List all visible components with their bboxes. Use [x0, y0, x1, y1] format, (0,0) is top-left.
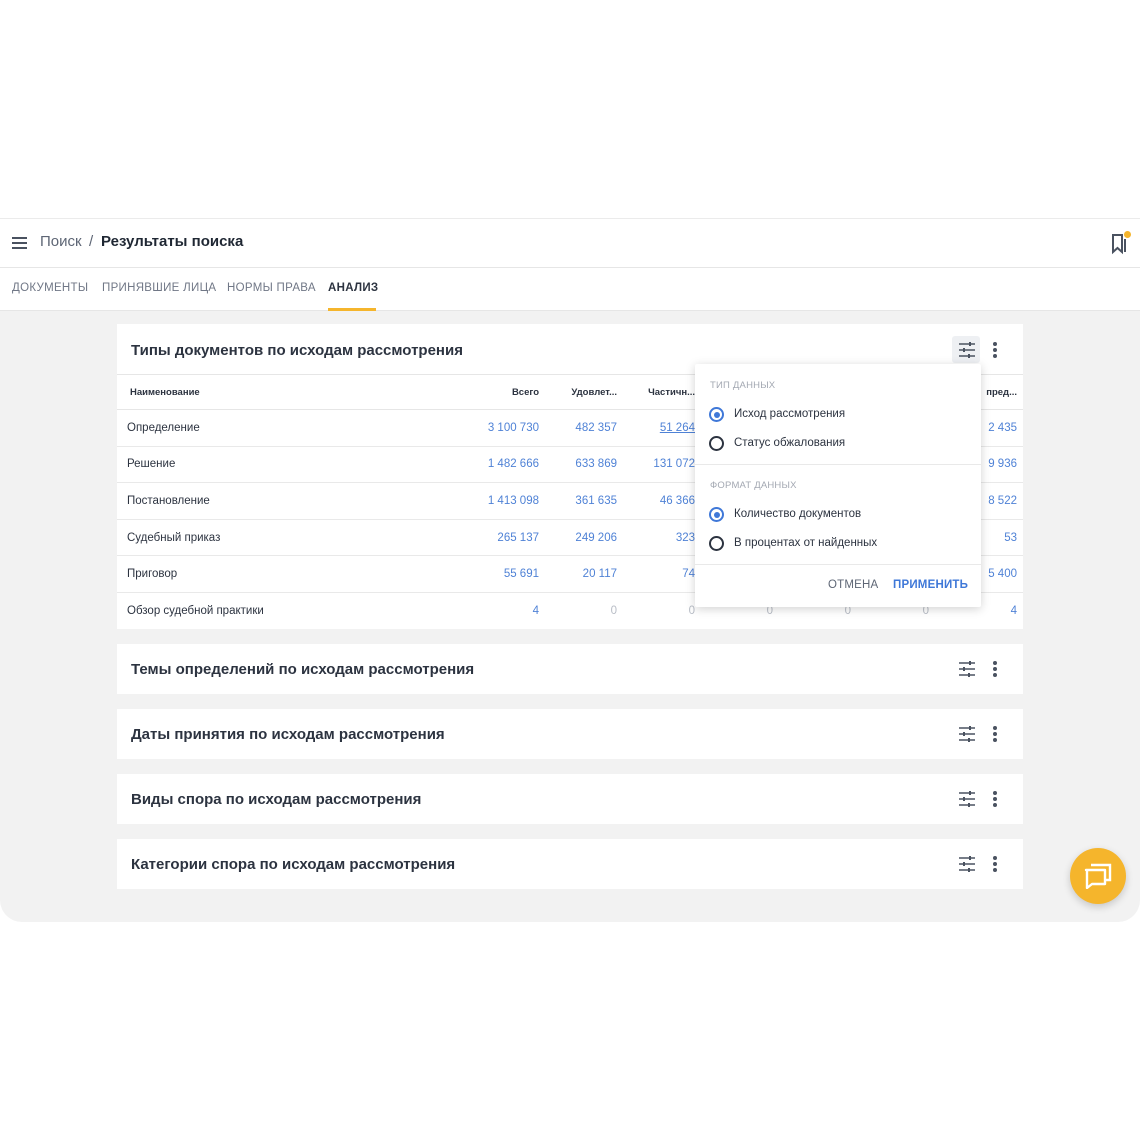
active-tab-indicator — [328, 308, 376, 311]
chart-settings-popup: ТИП ДАННЫХ Исход рассмотрения Статус обж… — [695, 364, 981, 607]
column-header[interactable]: Всего — [429, 374, 545, 410]
radio-outcome[interactable]: Исход рассмотрения — [709, 407, 909, 423]
tab-bar: ДОКУМЕНТЫ ПРИНЯВШИЕ ЛИЦА НОРМЫ ПРАВА АНА… — [0, 268, 1140, 311]
radio-selected-icon[interactable] — [709, 507, 724, 522]
table-cell: 0 — [610, 605, 617, 618]
more-vertical-icon[interactable] — [993, 661, 997, 677]
column-header[interactable]: Наименование — [117, 374, 429, 410]
section-title-data-type: ТИП ДАННЫХ — [710, 380, 776, 391]
column-header[interactable]: Частичн... — [623, 374, 701, 410]
row-name: Приговор — [117, 555, 429, 593]
card-title: Виды спора по исходам рассмотрения — [131, 791, 422, 808]
column-header[interactable]: Удовлет... — [545, 374, 623, 410]
chat-icon — [1084, 863, 1112, 889]
radio-unselected-icon[interactable] — [709, 436, 724, 451]
collapsed-card[interactable]: Темы определений по исходам рассмотрения — [117, 644, 1023, 694]
row-name: Постановление — [117, 482, 429, 520]
radio-percent[interactable]: В процентах от найденных — [709, 536, 929, 552]
tune-icon[interactable] — [958, 856, 976, 872]
table-cell[interactable]: 361 635 — [545, 482, 623, 520]
radio-label: Статус обжалования — [734, 437, 846, 449]
table-cell[interactable]: 323 — [623, 519, 701, 557]
tune-icon[interactable] — [958, 342, 976, 358]
divider — [695, 564, 981, 565]
top-bar: Поиск / Результаты поиска — [0, 219, 1140, 268]
collapsed-card[interactable]: Даты принятия по исходам рассмотрения — [117, 709, 1023, 759]
row-name: Обзор судебной практики — [127, 605, 264, 618]
radio-count[interactable]: Количество документов — [709, 507, 929, 523]
more-vertical-icon[interactable] — [993, 791, 997, 807]
section-title-data-format: ФОРМАТ ДАННЫХ — [710, 480, 797, 491]
table-cell[interactable]: 131 072 — [623, 446, 701, 484]
table-cell[interactable]: 265 137 — [429, 519, 545, 557]
table-cell[interactable]: 51 264 — [623, 409, 701, 447]
table-cell: 0 — [688, 605, 695, 618]
divider — [695, 464, 981, 465]
radio-label: Количество документов — [734, 508, 862, 520]
table-cell[interactable]: 4 — [429, 592, 545, 629]
row-name: Решение — [117, 446, 429, 484]
table-cell[interactable]: 74 — [623, 555, 701, 593]
table-cell[interactable]: 633 869 — [545, 446, 623, 484]
radio-unselected-icon[interactable] — [709, 536, 724, 551]
tab-judges[interactable]: ПРИНЯВШИЕ ЛИЦА — [102, 282, 216, 294]
tab-analysis[interactable]: АНАЛИЗ — [328, 282, 378, 294]
table-cell[interactable]: 55 691 — [429, 555, 545, 593]
table-cell[interactable]: 1 482 666 — [429, 446, 545, 484]
card-title: Темы определений по исходам рассмотрения — [131, 661, 475, 678]
tab-documents[interactable]: ДОКУМЕНТЫ — [12, 282, 88, 294]
table-cell[interactable]: 20 117 — [545, 555, 623, 593]
table-cell[interactable]: 46 366 — [623, 482, 701, 520]
apply-button[interactable]: ПРИМЕНИТЬ — [893, 579, 968, 591]
collapsed-card[interactable]: Виды спора по исходам рассмотрения — [117, 774, 1023, 824]
tune-icon[interactable] — [958, 661, 976, 677]
row-name: Судебный приказ — [117, 519, 429, 557]
card-title: Даты принятия по исходам рассмотрения — [131, 726, 445, 743]
row-name: Определение — [117, 409, 429, 447]
page-title: Результаты поиска — [101, 233, 244, 250]
tune-icon[interactable] — [958, 726, 976, 742]
chat-button[interactable] — [1070, 848, 1126, 904]
more-vertical-icon[interactable] — [993, 726, 997, 742]
card-title: Категории спора по исходам рассмотрения — [131, 856, 456, 873]
breadcrumb-search[interactable]: Поиск — [40, 233, 82, 250]
radio-appeal-status[interactable]: Статус обжалования — [709, 436, 909, 452]
table-cell[interactable]: 1 413 098 — [429, 482, 545, 520]
radio-label: В процентах от найденных — [734, 537, 878, 549]
tab-law-norms[interactable]: НОРМЫ ПРАВА — [227, 282, 316, 294]
radio-selected-icon[interactable] — [709, 407, 724, 422]
table-cell[interactable]: 482 357 — [545, 409, 623, 447]
collapsed-card[interactable]: Категории спора по исходам рассмотрения — [117, 839, 1023, 889]
card-title: Типы документов по исходам рассмотрения — [131, 342, 463, 359]
tune-icon[interactable] — [958, 791, 976, 807]
more-vertical-icon[interactable] — [993, 342, 997, 358]
table-cell[interactable]: 249 206 — [545, 519, 623, 557]
breadcrumb-separator: / — [89, 233, 94, 250]
more-vertical-icon[interactable] — [993, 856, 997, 872]
notification-dot — [1124, 231, 1131, 238]
hamburger-icon[interactable] — [12, 237, 27, 249]
radio-label: Исход рассмотрения — [734, 408, 846, 420]
cancel-button[interactable]: ОТМЕНА — [828, 579, 878, 591]
table-cell[interactable]: 3 100 730 — [429, 409, 545, 447]
